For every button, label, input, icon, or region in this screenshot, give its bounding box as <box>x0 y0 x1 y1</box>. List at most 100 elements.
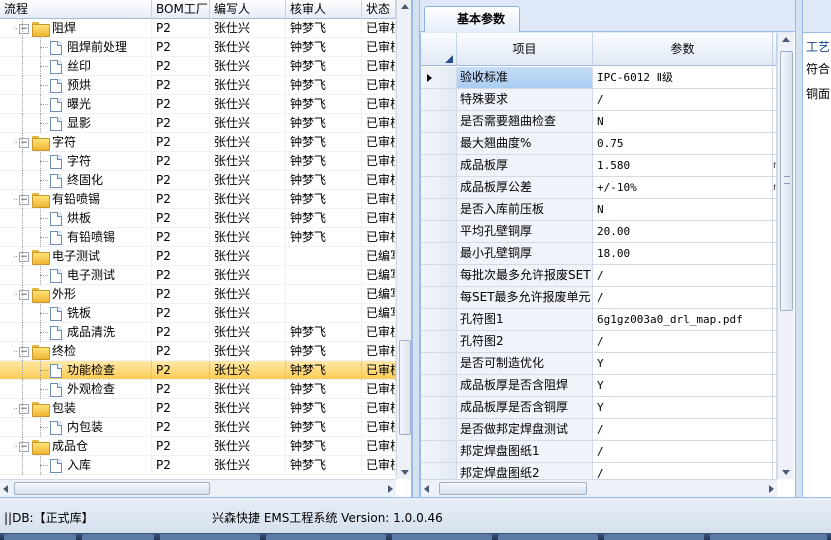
collapse-toggle-icon[interactable]: − <box>19 137 29 148</box>
row-header[interactable] <box>421 133 457 154</box>
param-row[interactable]: 成品板厚是否含铜厚 Y <box>421 397 777 419</box>
param-row[interactable]: 特殊要求 / <box>421 89 777 111</box>
param-row[interactable]: 是否可制造优化 Y <box>421 353 777 375</box>
param-row[interactable]: 平均孔壁铜厚 20.00 <box>421 221 777 243</box>
param-row[interactable]: 是否做邦定焊盘测试 / <box>421 419 777 441</box>
tab-basic-params[interactable]: 基本参数 <box>424 6 520 32</box>
row-header[interactable] <box>421 265 457 286</box>
tree-node-cell[interactable]: 外观检查 <box>0 380 152 399</box>
param-row[interactable]: 邦定焊盘图纸2/ <box>421 463 777 479</box>
tree-horizontal-scrollbar[interactable] <box>0 479 396 497</box>
param-value-cell[interactable]: IPC-6012 Ⅱ级 <box>593 67 773 88</box>
tree-row[interactable]: 丝印 P2张仕兴钟梦飞已审核 <box>0 57 396 76</box>
param-row[interactable]: 孔符图2/ <box>421 331 777 353</box>
param-value-cell[interactable]: 1.580 <box>593 155 773 176</box>
header-writer[interactable]: 编写人 <box>210 0 286 19</box>
collapse-toggle-icon[interactable]: − <box>19 251 29 262</box>
scroll-down-icon[interactable] <box>782 470 790 475</box>
param-value-cell[interactable]: 0.75 <box>593 133 773 154</box>
scroll-left-icon[interactable] <box>3 485 8 493</box>
tree-node-cell[interactable]: 阻焊前处理 <box>0 38 152 57</box>
tree-node-cell[interactable]: − 字符 <box>0 133 152 152</box>
tree-node-cell[interactable]: 预烘 <box>0 76 152 95</box>
row-header[interactable] <box>421 243 457 264</box>
tree-row[interactable]: 内包装 P2张仕兴钟梦飞已审核 <box>0 418 396 437</box>
row-header[interactable] <box>421 67 457 88</box>
row-header[interactable] <box>421 397 457 418</box>
tree-row[interactable]: 有铅喷锡 P2张仕兴钟梦飞已审核 <box>0 228 396 247</box>
taskbar-button[interactable] <box>4 534 76 540</box>
taskbar-button[interactable] <box>266 534 386 540</box>
scroll-up-icon[interactable] <box>782 37 790 42</box>
collapse-toggle-icon[interactable]: − <box>19 194 29 205</box>
tree-node-cell[interactable]: 终固化 <box>0 171 152 190</box>
tree-row[interactable]: 字符 P2张仕兴钟梦飞已审核 <box>0 152 396 171</box>
param-value-cell[interactable]: Y <box>593 353 773 374</box>
tree-row[interactable]: − 包装 P2张仕兴钟梦飞已审核 <box>0 399 396 418</box>
tree-node-cell[interactable]: 电子测试 <box>0 266 152 285</box>
tree-node-cell[interactable]: − 外形 <box>0 285 152 304</box>
tree-node-cell[interactable]: 字符 <box>0 152 152 171</box>
taskbar-button[interactable] <box>160 534 260 540</box>
tree-row[interactable]: 铣板 P2张仕兴 已编写 <box>0 304 396 323</box>
param-row[interactable]: 每SET最多允许报废单元 / <box>421 287 777 309</box>
param-row[interactable]: 孔符图1 6g1gz003a0_drl_map.pdf <box>421 309 777 331</box>
param-value-cell[interactable]: / <box>593 463 773 479</box>
tree-node-cell[interactable]: 曝光 <box>0 95 152 114</box>
scroll-down-icon[interactable] <box>401 470 409 475</box>
row-header[interactable] <box>421 309 457 330</box>
tree-node-cell[interactable]: − 电子测试 <box>0 247 152 266</box>
param-value-cell[interactable]: N <box>593 111 773 132</box>
scroll-up-icon[interactable] <box>401 4 409 9</box>
taskbar-button[interactable] <box>82 534 154 540</box>
scroll-right-icon[interactable] <box>388 485 393 493</box>
tree-node-cell[interactable]: 功能检查 <box>0 361 152 380</box>
param-value-cell[interactable]: / <box>593 441 773 462</box>
scroll-thumb[interactable] <box>780 51 793 311</box>
scroll-right-icon[interactable] <box>769 485 774 493</box>
row-header[interactable] <box>421 199 457 220</box>
scroll-thumb[interactable] <box>439 482 587 495</box>
header-reviewer[interactable]: 核审人 <box>286 0 362 19</box>
param-row[interactable]: 成品板厚是否含阻焊 Y <box>421 375 777 397</box>
tree-node-cell[interactable]: − 终检 <box>0 342 152 361</box>
select-all-corner[interactable] <box>421 33 457 66</box>
tree-row[interactable]: − 有铅喷锡 P2张仕兴钟梦飞已审核 <box>0 190 396 209</box>
param-row[interactable]: 成品板厚1.580m <box>421 155 777 177</box>
tree-node-cell[interactable]: 烘板 <box>0 209 152 228</box>
tree-row[interactable]: 功能检查 P2张仕兴钟梦飞已审核 <box>0 361 396 380</box>
taskbar-button[interactable] <box>604 534 704 540</box>
row-header[interactable] <box>421 441 457 462</box>
taskbar-button[interactable] <box>392 534 492 540</box>
param-value-cell[interactable]: Y <box>593 397 773 418</box>
row-header[interactable] <box>421 419 457 440</box>
tree-row[interactable]: 终固化 P2张仕兴钟梦飞已审核 <box>0 171 396 190</box>
param-value-cell[interactable]: 18.00 <box>593 243 773 264</box>
param-row[interactable]: 每批次最多允许报废SET / <box>421 265 777 287</box>
tree-row[interactable]: 入库 P2张仕兴钟梦飞已审核 <box>0 456 396 475</box>
row-header[interactable] <box>421 177 457 198</box>
collapse-toggle-icon[interactable]: − <box>19 441 29 452</box>
param-value-cell[interactable]: / <box>593 287 773 308</box>
collapse-toggle-icon[interactable]: − <box>19 23 29 34</box>
row-header[interactable] <box>421 375 457 396</box>
param-value-cell[interactable]: / <box>593 89 773 110</box>
param-horizontal-scrollbar[interactable] <box>421 479 777 497</box>
param-value-cell[interactable]: Y <box>593 375 773 396</box>
header-status[interactable]: 状态 <box>362 0 396 19</box>
tree-node-cell[interactable]: − 成品仓 <box>0 437 152 456</box>
tree-node-cell[interactable]: 内包装 <box>0 418 152 437</box>
tree-row[interactable]: 成品清洗 P2张仕兴钟梦飞已审核 <box>0 323 396 342</box>
header-item[interactable]: 项目 <box>457 33 593 66</box>
row-header[interactable] <box>421 287 457 308</box>
tree-node-cell[interactable]: 入库 <box>0 456 152 475</box>
scroll-thumb[interactable] <box>14 482 210 495</box>
tree-row[interactable]: − 阻焊 P2张仕兴钟梦飞已审核 <box>0 19 396 38</box>
tree-row[interactable]: 预烘 P2张仕兴钟梦飞已审核 <box>0 76 396 95</box>
param-value-cell[interactable]: 6g1gz003a0_drl_map.pdf <box>593 309 773 330</box>
row-header[interactable] <box>421 111 457 132</box>
header-value[interactable]: 参数 <box>593 33 773 66</box>
tree-row[interactable]: 外观检查 P2张仕兴钟梦飞已审核 <box>0 380 396 399</box>
left-splitter[interactable] <box>412 0 420 497</box>
tree-row[interactable]: − 字符 P2张仕兴钟梦飞已审核 <box>0 133 396 152</box>
